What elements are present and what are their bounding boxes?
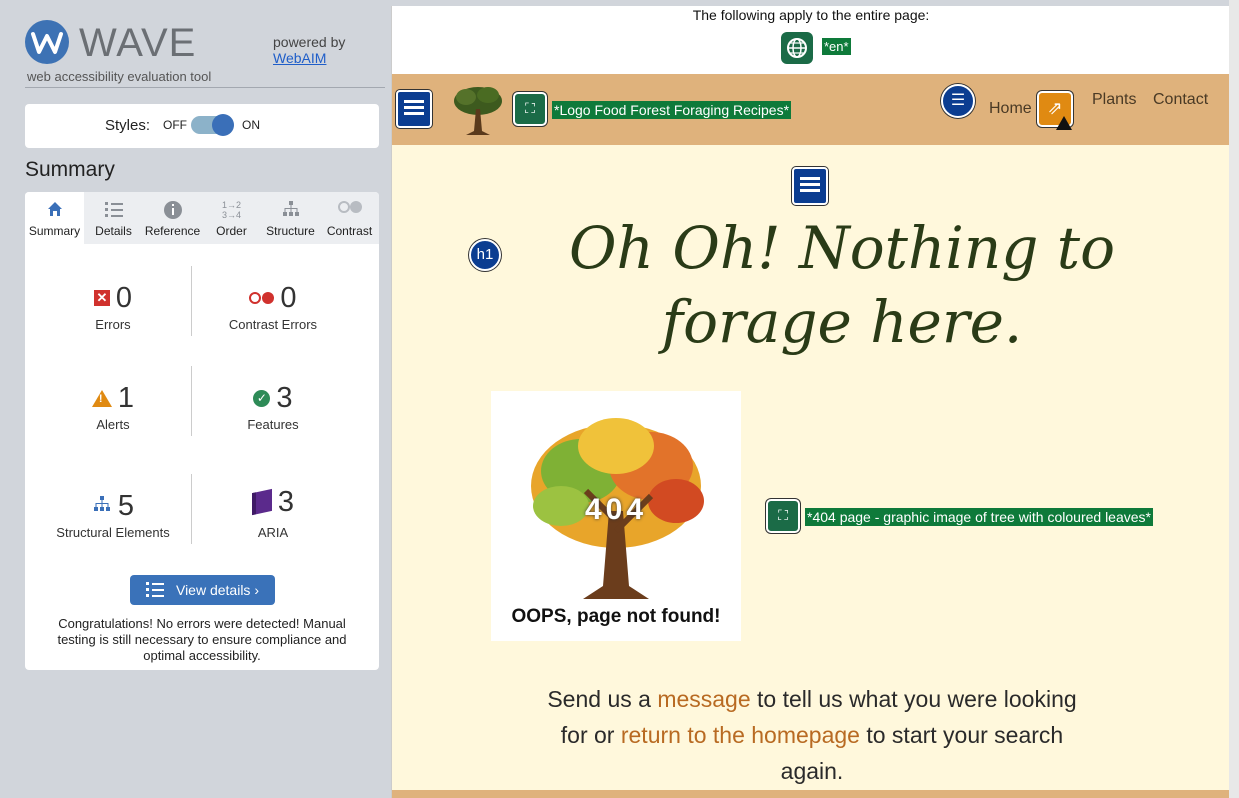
toggle-knob <box>212 114 234 136</box>
order-icon: 1→2 3→4 <box>221 200 242 220</box>
body-paragraph: Send us a message to tell us what you we… <box>532 681 1092 789</box>
powered-by: powered by WebAIM <box>273 34 345 66</box>
image-alt-icon[interactable]: ⛶ <box>766 499 800 533</box>
homepage-link[interactable]: return to the homepage <box>621 722 860 748</box>
main-region-icon[interactable] <box>792 167 828 205</box>
404-code: 404 <box>584 493 648 526</box>
wave-logo-row: WAVE web accessibility evaluation tool p… <box>25 20 385 88</box>
home-icon <box>46 200 64 222</box>
wave-sidebar: WAVE web accessibility evaluation tool p… <box>0 0 391 798</box>
alerts-label: Alerts <box>96 417 130 432</box>
wave-tagline: web accessibility evaluation tool <box>27 69 212 84</box>
stat-errors[interactable]: ✕ 0 Errors <box>33 281 193 332</box>
list-icon <box>104 200 124 222</box>
list-icon <box>145 581 164 600</box>
tab-summary[interactable]: Summary <box>25 192 84 244</box>
errors-count: 0 <box>115 281 133 314</box>
contrast-errors-label: Contrast Errors <box>228 317 318 332</box>
styles-on-label: ON <box>242 118 260 132</box>
structural-count: 5 <box>117 489 135 522</box>
features-count: 3 <box>276 381 293 414</box>
tab-label: Contrast <box>326 224 373 238</box>
contrast-icon <box>337 200 363 218</box>
nav-home[interactable]: Home <box>989 100 1032 118</box>
structure-icon <box>281 200 301 222</box>
globe-icon[interactable] <box>781 32 813 64</box>
errors-label: Errors <box>95 317 131 332</box>
stat-contrast-errors[interactable]: 0 Contrast Errors <box>193 281 353 333</box>
404-image[interactable]: 404 OOPS, page not found! <box>491 391 741 641</box>
stat-aria[interactable]: 3 ARIA <box>193 485 353 540</box>
summary-title: Summary <box>25 158 115 181</box>
structure-icon <box>92 495 112 518</box>
aria-icon <box>251 488 272 516</box>
contrast-error-icon <box>249 292 275 304</box>
congrats-message: Congratulations! No errors were detected… <box>57 616 347 663</box>
page-heading: Oh Oh! Nothing to forage here. <box>568 214 1115 356</box>
tab-order[interactable]: 1→2 3→4 Order <box>202 192 261 244</box>
body-text-pre: Send us a <box>547 686 658 712</box>
nav-list-icon[interactable]: ☰ <box>941 84 975 118</box>
styles-label: Styles: <box>105 117 151 134</box>
tab-label: Order <box>216 224 247 238</box>
tab-structure[interactable]: Structure <box>261 192 320 244</box>
tab-label: Reference <box>144 224 201 238</box>
error-icon: ✕ <box>93 290 110 306</box>
page-wide-info: The following apply to the entire page: … <box>392 6 1229 74</box>
stat-alerts[interactable]: ! 1 Alerts <box>33 381 193 432</box>
404-image-alt-text: *404 page - graphic image of tree with c… <box>805 508 1153 526</box>
features-label: Features <box>247 417 299 432</box>
powered-by-text: powered by <box>273 34 346 50</box>
contrast-errors-count: 0 <box>280 281 297 314</box>
header-region-icon[interactable] <box>396 90 432 128</box>
view-details-button[interactable]: View details › <box>130 575 275 605</box>
warning-icon <box>1056 116 1072 130</box>
aria-count: 3 <box>277 485 295 518</box>
site-header: ⛶ *Logo Food Forest Foraging Recipes* ☰ … <box>392 74 1229 145</box>
message-link[interactable]: message <box>657 686 750 712</box>
scrollbar-gutter[interactable] <box>1229 0 1239 798</box>
apply-text: The following apply to the entire page: <box>692 7 930 23</box>
styles-toggle-box: Styles: OFF ON <box>25 104 379 148</box>
stat-features[interactable]: ✓ 3 Features <box>193 381 353 433</box>
footer-strip <box>392 790 1229 798</box>
stat-structural[interactable]: 5 Structural Elements <box>33 489 193 541</box>
tab-label: Details <box>95 224 132 238</box>
tab-contrast[interactable]: Contrast <box>320 192 379 244</box>
panel-tabs: Summary Details Reference 1→2 3→4 Order … <box>25 192 379 244</box>
aria-label: ARIA <box>257 525 289 540</box>
styles-toggle[interactable] <box>191 114 234 136</box>
alert-icon: ! <box>91 389 112 407</box>
tab-details[interactable]: Details <box>84 192 143 244</box>
logo-alt-text: *Logo Food Forest Foraging Recipes* <box>552 101 792 119</box>
info-icon <box>163 200 183 224</box>
tab-label: Structure <box>266 224 315 238</box>
alerts-count: 1 <box>117 381 135 414</box>
tree-logo-image[interactable] <box>452 81 504 137</box>
summary-panel: Summary Details Reference 1→2 3→4 Order … <box>25 192 379 670</box>
structural-label: Structural Elements <box>56 525 170 540</box>
main-content: h1 Oh Oh! Nothing to forage here. 404 OO… <box>392 145 1229 790</box>
nav-contact[interactable]: Contact <box>1153 91 1208 109</box>
wave-app: WAVE web accessibility evaluation tool p… <box>0 0 1239 798</box>
view-details-label: View details › <box>175 582 259 598</box>
tab-label: Summary <box>28 224 81 238</box>
image-alt-icon[interactable]: ⛶ <box>513 92 547 126</box>
nav-plants[interactable]: Plants <box>1092 91 1136 109</box>
wave-logo-word: WAVE <box>79 21 197 65</box>
styles-off-label: OFF <box>163 118 187 132</box>
tab-reference[interactable]: Reference <box>143 192 202 244</box>
404-caption: OOPS, page not found! <box>511 606 721 627</box>
language-tag: *en* <box>822 38 851 55</box>
page-preview: The following apply to the entire page: … <box>391 6 1229 798</box>
feature-check-icon: ✓ <box>253 389 271 407</box>
webaim-link[interactable]: WebAIM <box>273 50 345 66</box>
wave-logo-icon <box>25 20 69 64</box>
h1-badge[interactable]: h1 <box>469 239 501 271</box>
